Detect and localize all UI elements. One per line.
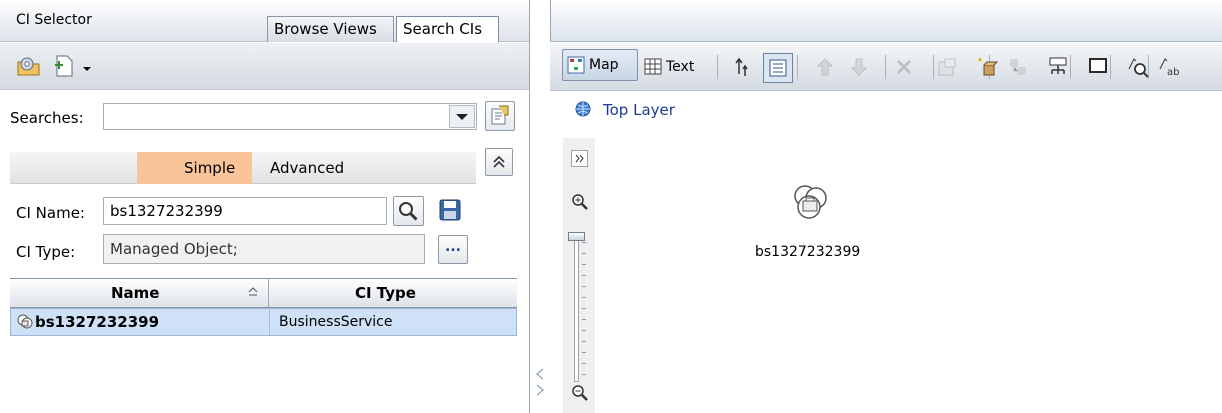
zoom-ticks bbox=[582, 242, 586, 382]
business-service-node-icon[interactable] bbox=[791, 182, 831, 226]
tab-simple[interactable]: Simple bbox=[137, 152, 252, 184]
ci-type-field[interactable]: Managed Object; bbox=[103, 234, 425, 264]
zoom-slider-track[interactable] bbox=[574, 232, 579, 382]
map-view-button[interactable]: Map bbox=[562, 49, 638, 81]
save-search-button[interactable] bbox=[436, 195, 464, 225]
map-label: Map bbox=[589, 57, 619, 73]
double-chevron-up-icon bbox=[493, 155, 505, 168]
tab-search-cis[interactable]: Search CIs bbox=[396, 16, 499, 42]
properties-icon[interactable] bbox=[936, 56, 958, 82]
row-name: bs1327232399 bbox=[35, 313, 160, 331]
panel-splitter[interactable] bbox=[529, 0, 550, 413]
row-ci-type: BusinessService bbox=[279, 314, 393, 330]
chevron-down-icon[interactable] bbox=[82, 61, 92, 77]
column-divider bbox=[269, 309, 270, 335]
properties-icon bbox=[491, 105, 509, 125]
zoom-in-icon[interactable] bbox=[571, 193, 589, 215]
collapse-left-icon[interactable] bbox=[535, 368, 545, 384]
ci-name-input[interactable]: bs1327232399 bbox=[103, 197, 387, 225]
move-down-icon[interactable] bbox=[849, 56, 869, 82]
new-ci-icon[interactable] bbox=[977, 55, 999, 83]
search-properties-button[interactable] bbox=[485, 101, 515, 131]
ci-selector-header: CI Selector Browse Views Search CIs bbox=[0, 0, 529, 42]
expand-overview-icon[interactable] bbox=[571, 150, 588, 167]
tab-advanced[interactable]: Advanced bbox=[270, 159, 344, 177]
map-icon bbox=[567, 56, 585, 78]
hierarchy-icon[interactable] bbox=[1047, 55, 1069, 83]
search-mode-bar: Simple Advanced bbox=[10, 152, 476, 184]
manage-searches-icon[interactable] bbox=[16, 53, 42, 79]
ci-selector-toolbar bbox=[0, 43, 529, 90]
window-icon[interactable] bbox=[1088, 56, 1108, 80]
searches-select[interactable] bbox=[103, 103, 477, 130]
business-service-icon bbox=[15, 312, 35, 336]
find-text-icon[interactable]: ab bbox=[1157, 55, 1183, 83]
new-search-icon[interactable] bbox=[52, 53, 76, 79]
details-view-button[interactable] bbox=[763, 53, 793, 83]
collapse-button[interactable] bbox=[485, 148, 513, 176]
expand-right-icon[interactable] bbox=[535, 384, 545, 400]
save-icon bbox=[439, 199, 461, 221]
node-label: bs1327232399 bbox=[755, 244, 861, 260]
searches-label: Searches: bbox=[10, 109, 84, 127]
sort-icon[interactable] bbox=[247, 285, 259, 301]
column-header-ci-type[interactable]: CI Type bbox=[355, 284, 416, 302]
table-icon[interactable] bbox=[644, 58, 662, 80]
tab-browse-views[interactable]: Browse Views bbox=[267, 16, 394, 42]
zoom-control bbox=[563, 138, 595, 413]
zoom-slider-thumb[interactable] bbox=[568, 232, 585, 241]
results-grid-header: Name CI Type bbox=[10, 278, 517, 308]
zoom-out-icon[interactable] bbox=[571, 384, 589, 406]
column-divider bbox=[268, 279, 269, 307]
ci-type-value: Managed Object; bbox=[110, 240, 238, 258]
ci-selector-panel: CI Selector Browse Views Search CIs Sear… bbox=[0, 0, 529, 413]
text-view-button[interactable]: Text bbox=[666, 59, 694, 75]
column-header-name[interactable]: Name bbox=[111, 284, 159, 302]
ci-name-value: bs1327232399 bbox=[110, 202, 223, 220]
globe-icon bbox=[575, 101, 591, 121]
layout-up-icon[interactable] bbox=[733, 56, 755, 82]
topology-header bbox=[550, 0, 1222, 42]
panel-title: CI Selector bbox=[16, 12, 92, 28]
select-ci-type-button[interactable]: ... bbox=[438, 235, 468, 264]
table-row[interactable]: bs1327232399 BusinessService bbox=[10, 308, 517, 336]
svg-text:ab: ab bbox=[1167, 67, 1179, 78]
move-up-icon[interactable] bbox=[815, 56, 835, 82]
search-button[interactable] bbox=[393, 196, 424, 226]
delete-icon[interactable] bbox=[894, 56, 914, 82]
new-relation-icon[interactable] bbox=[1007, 55, 1029, 83]
ci-type-label: CI Type: bbox=[16, 243, 76, 261]
find-icon[interactable] bbox=[1126, 55, 1150, 83]
dropdown-arrow-icon[interactable] bbox=[449, 105, 475, 128]
list-icon bbox=[769, 59, 787, 77]
ci-name-label: CI Name: bbox=[16, 204, 85, 222]
breadcrumb-top-layer[interactable]: Top Layer bbox=[603, 101, 675, 119]
search-icon bbox=[399, 202, 418, 221]
